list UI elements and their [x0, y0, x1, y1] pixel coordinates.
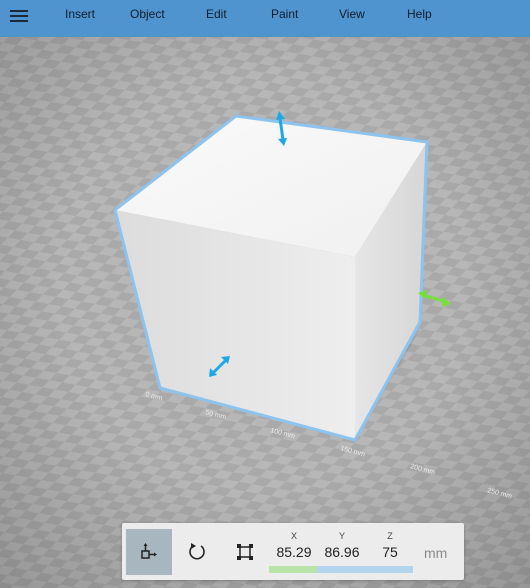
scale-tool-button[interactable]: [222, 529, 268, 575]
x-axis-bar: [269, 566, 317, 573]
y-value-field[interactable]: 86.96: [318, 544, 366, 560]
menu-insert[interactable]: Insert: [65, 7, 95, 21]
rotate-icon: [189, 543, 205, 560]
x-value-field[interactable]: 85.29: [270, 544, 318, 560]
x-label: X: [290, 531, 297, 541]
menu-bar: Insert Object Edit Paint View Help: [0, 0, 530, 37]
menu-view[interactable]: View: [339, 7, 365, 21]
scale-icon: [237, 544, 253, 560]
menu-paint[interactable]: Paint: [271, 7, 298, 21]
move-icon: [141, 543, 157, 559]
menu-help[interactable]: Help: [407, 7, 432, 21]
scene-canvas: 0 mm 50 mm 100 mm 150 mm 200 mm 250 mm: [0, 37, 530, 588]
3d-viewport[interactable]: 0 mm 50 mm 100 mm 150 mm 200 mm 250 mm: [0, 37, 530, 588]
yz-axis-bar: [317, 566, 413, 573]
z-label: Z: [387, 531, 393, 541]
z-value-field[interactable]: 75: [366, 544, 414, 560]
y-label: Y: [338, 531, 345, 541]
rotate-tool-button[interactable]: [174, 529, 220, 575]
menu-edit[interactable]: Edit: [206, 7, 227, 21]
unit-label: mm: [424, 545, 448, 561]
menu-object[interactable]: Object: [130, 7, 165, 21]
hamburger-menu-icon[interactable]: [10, 10, 28, 24]
transform-toolbar: X 85.29 Y 86.96 Z 75 mm: [122, 523, 464, 580]
move-tool-button[interactable]: [126, 529, 172, 575]
